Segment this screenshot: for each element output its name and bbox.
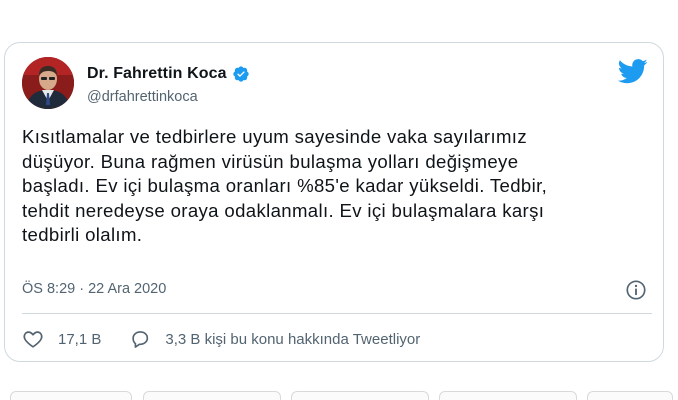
reply-label: 3,3 B kişi bu konu hakkında Tweetliyor — [165, 330, 421, 348]
avatar[interactable] — [22, 57, 74, 109]
like-count: 17,1 B — [58, 330, 102, 348]
bottom-tab[interactable] — [291, 391, 429, 400]
tweet-text: Kısıtlamalar ve tedbirlere uyum sayesind… — [22, 126, 548, 245]
action-row: 17,1 B 3,3 B kişi bu konu hakkında Tweet… — [22, 327, 420, 351]
avatar-photo — [22, 57, 74, 109]
divider — [22, 313, 652, 314]
reply-button[interactable]: 3,3 B kişi bu konu hakkında Tweetliyor — [129, 328, 420, 350]
tweet-timestamp[interactable]: ÖS 8:29 · 22 Ara 2020 — [22, 281, 166, 297]
heart-icon — [23, 331, 43, 348]
bottom-tab[interactable] — [439, 391, 577, 400]
info-icon[interactable] — [625, 279, 647, 301]
speech-bubble-icon — [132, 331, 149, 348]
tweet-card[interactable]: Dr. Fahrettin Koca @drfahrettinkoca Kısı… — [4, 42, 664, 362]
verified-badge-icon — [232, 65, 250, 83]
twitter-bird-icon[interactable] — [617, 59, 648, 84]
like-button[interactable]: 17,1 B — [22, 328, 101, 350]
page: Dr. Fahrettin Koca @drfahrettinkoca Kısı… — [0, 0, 678, 400]
author-row: Dr. Fahrettin Koca — [87, 65, 250, 83]
author-display-name[interactable]: Dr. Fahrettin Koca — [87, 65, 227, 83]
bottom-tab[interactable] — [10, 391, 132, 400]
bottom-tabs — [0, 391, 678, 400]
bottom-tab[interactable] — [587, 391, 673, 400]
bottom-tab[interactable] — [143, 391, 281, 400]
author-handle[interactable]: @drfahrettinkoca — [87, 89, 198, 105]
